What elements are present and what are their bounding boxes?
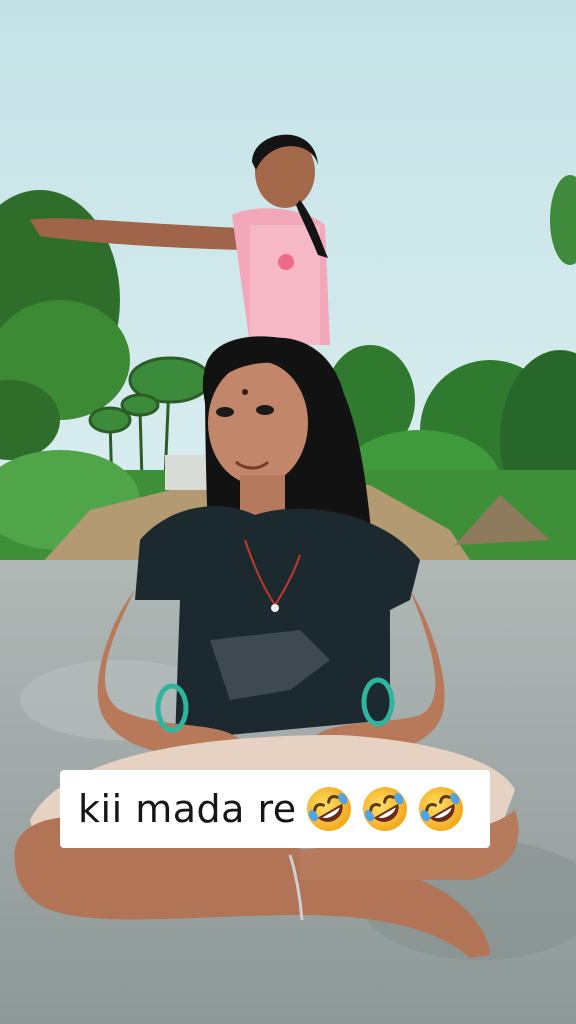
rolling-on-floor-laughing-emoji-2: [362, 787, 407, 831]
caption-box: kii mada re: [60, 770, 490, 848]
rolling-on-floor-laughing-emoji-1: [306, 787, 351, 831]
caption-text: kii mada re: [78, 787, 297, 831]
background-photo: [0, 0, 576, 1024]
rolling-on-floor-laughing-emoji-3: [418, 787, 463, 831]
photo-scene: kii mada re: [0, 0, 576, 1024]
